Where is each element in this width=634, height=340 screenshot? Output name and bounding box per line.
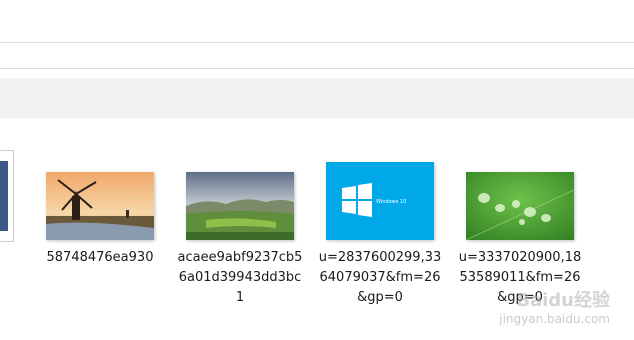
watermark-logo: Baidu经验 (516, 290, 610, 311)
file-name: u=2837600299,3364079037&fm=26&gp=0 (318, 250, 442, 305)
windmill-photo-icon (46, 172, 154, 240)
file-item[interactable]: acaee9abf9237cb56a01d39943dd3bc1 (175, 172, 305, 308)
file-item[interactable]: Windows 10 u=2837600299,3364079037&fm=26… (315, 162, 445, 308)
file-item[interactable]: 58748476ea930 (35, 172, 165, 268)
file-explorer-view: 58748476ea930 acaee9abf9237cb56a01d39943… (0, 0, 634, 340)
ribbon-divider (0, 68, 634, 69)
water-drops-photo-icon (466, 172, 574, 240)
toolbar-band (0, 78, 634, 118)
file-name: acaee9abf9237cb56a01d39943dd3bc1 (177, 250, 303, 305)
landscape-photo-icon (186, 172, 294, 240)
watermark: Baidu经验 jingyan.baidu.com (499, 286, 610, 326)
windows10-logo-icon: Windows 10 (326, 162, 434, 240)
file-name: 58748476ea930 (46, 250, 154, 265)
thumbnail-label: Windows 10 (376, 199, 406, 205)
partial-thumbnail-image (0, 161, 8, 231)
partial-file-thumbnail[interactable] (0, 150, 14, 242)
address-bar-divider (0, 42, 634, 43)
watermark-url: jingyan.baidu.com (499, 312, 610, 326)
